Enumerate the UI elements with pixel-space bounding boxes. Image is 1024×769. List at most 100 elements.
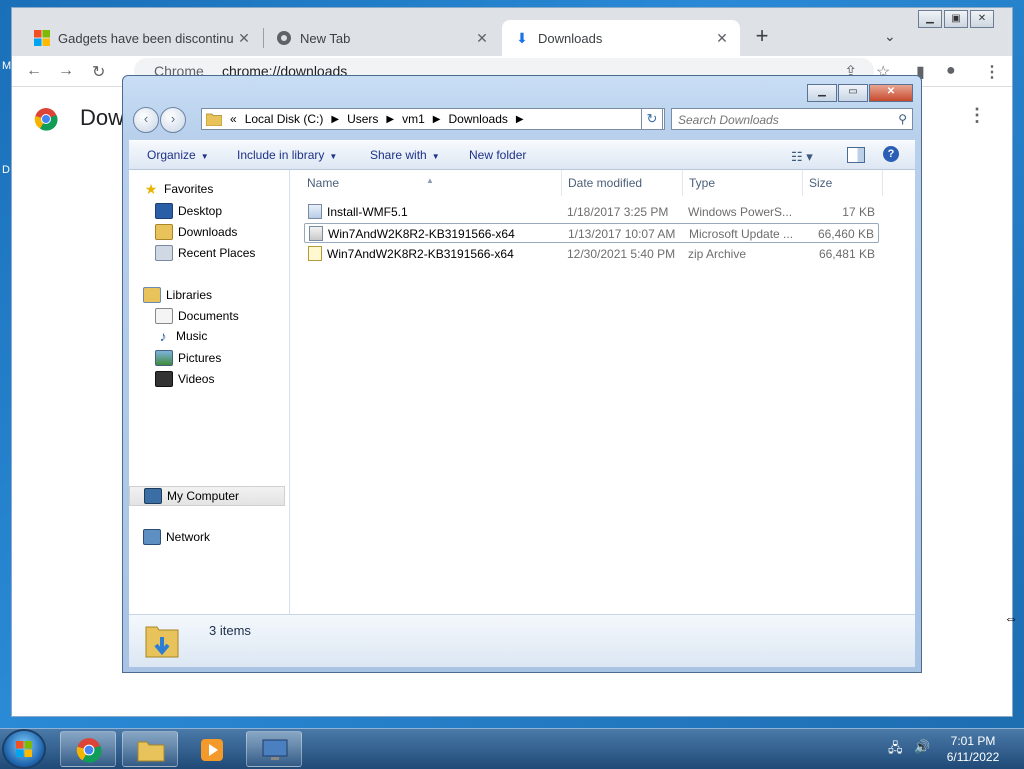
- nav-network[interactable]: Network: [143, 529, 210, 545]
- explorer-folder-icon: [137, 741, 165, 762]
- tab-title: New Tab: [300, 30, 351, 46]
- clock-time: 7:01 PM: [950, 734, 996, 748]
- maximize-button[interactable]: ▣: [944, 10, 968, 28]
- profile-avatar-icon[interactable]: ●: [946, 62, 956, 80]
- new-tab-button[interactable]: +: [750, 25, 774, 49]
- address-bar[interactable]: « Local Disk (C:) ▶ Users ▶ vm1 ▶ Downlo…: [201, 108, 665, 130]
- downloads-menu-icon[interactable]: ⋮: [968, 105, 986, 126]
- close-button[interactable]: ✕: [869, 84, 913, 102]
- tab-close-icon[interactable]: ✕: [472, 30, 492, 47]
- breadcrumb-users[interactable]: Users: [347, 112, 378, 126]
- maximize-button[interactable]: ▭: [838, 84, 868, 102]
- breadcrumb-arrow-icon[interactable]: ▶: [433, 114, 441, 125]
- nav-libraries[interactable]: Libraries: [143, 287, 212, 303]
- column-label: Type: [689, 176, 716, 190]
- breadcrumb-downloads[interactable]: Downloads: [449, 112, 508, 126]
- nav-label: Desktop: [178, 204, 223, 218]
- nav-videos[interactable]: Videos: [155, 371, 214, 387]
- breadcrumb-vm1[interactable]: vm1: [402, 112, 425, 126]
- table-row[interactable]: Install-WMF5.1 1/18/2017 3:25 PM Windows…: [304, 202, 879, 222]
- breadcrumb-arrow-icon[interactable]: ▶: [386, 114, 394, 125]
- minimize-button[interactable]: ▁: [807, 84, 837, 102]
- column-header-name[interactable]: Name ▲: [290, 170, 562, 196]
- system-clock[interactable]: 7:01 PM 6/11/2022: [940, 733, 1006, 765]
- column-header-size[interactable]: Size: [803, 170, 883, 196]
- column-header-date[interactable]: Date modified: [562, 170, 683, 196]
- nav-my-computer[interactable]: My Computer: [129, 486, 285, 506]
- nav-favorites[interactable]: ★ Favorites: [143, 181, 214, 197]
- breadcrumb-arrow-icon[interactable]: ▶: [331, 114, 339, 125]
- chevron-down-icon: ▼: [200, 152, 209, 161]
- column-header-type[interactable]: Type: [683, 170, 803, 196]
- table-row[interactable]: Win7AndW2K8R2-KB3191566-x64 12/30/2021 5…: [304, 244, 879, 264]
- search-input[interactable]: [676, 111, 890, 129]
- change-view-icon[interactable]: ☷ ▾: [791, 149, 813, 165]
- navigation-pane: ★ Favorites Desktop Downloads Recent Pla…: [129, 170, 290, 614]
- taskbar-remote-desktop-button[interactable]: [246, 731, 302, 767]
- breadcrumb-arrow-icon[interactable]: ▶: [516, 114, 524, 125]
- file-type: Microsoft Update ...: [689, 227, 794, 241]
- nav-recent-places[interactable]: Recent Places: [155, 245, 255, 261]
- media-player-icon: [201, 739, 223, 761]
- include-in-library-button[interactable]: Include in library ▼: [237, 148, 337, 162]
- film-strip-icon: [155, 371, 173, 387]
- chrome-menu-icon[interactable]: ⋮: [984, 62, 1000, 82]
- file-name: Win7AndW2K8R2-KB3191566-x64: [327, 247, 514, 261]
- forward-button[interactable]: ›: [160, 107, 186, 133]
- preview-pane-icon[interactable]: [847, 147, 865, 163]
- tab-close-icon[interactable]: ✕: [712, 30, 732, 47]
- taskbar-chrome-button[interactable]: [60, 731, 116, 767]
- file-type: zip Archive: [688, 247, 747, 261]
- nav-music[interactable]: ♪ Music: [155, 328, 208, 344]
- desktop-icon: [155, 203, 173, 219]
- back-arrow-icon[interactable]: ←: [26, 62, 42, 80]
- music-note-icon: ♪: [159, 328, 167, 344]
- help-icon[interactable]: ?: [883, 146, 899, 162]
- download-arrow-icon: ⬇: [516, 30, 528, 46]
- start-button[interactable]: [4, 731, 44, 767]
- volume-icon[interactable]: 🔊: [914, 739, 930, 755]
- nav-label: Favorites: [164, 182, 214, 196]
- nav-label: Pictures: [178, 351, 222, 365]
- taskbar-media-player-button[interactable]: [184, 731, 240, 767]
- nav-pictures[interactable]: Pictures: [155, 350, 221, 366]
- share-with-button[interactable]: Share with ▼: [370, 148, 440, 162]
- file-name: Win7AndW2K8R2-KB3191566-x64: [328, 227, 515, 241]
- refresh-icon[interactable]: ↻: [641, 108, 663, 130]
- tab-gadgets[interactable]: Gadgets have been discontinued ✕: [22, 20, 262, 56]
- tab-downloads[interactable]: ⬇ Downloads ✕: [502, 20, 740, 56]
- reload-icon[interactable]: ↻: [92, 62, 105, 82]
- powershell-script-icon: [308, 204, 322, 219]
- tab-new-tab[interactable]: New Tab ✕: [264, 20, 500, 56]
- search-icon[interactable]: ⚲: [898, 112, 907, 126]
- update-package-icon: [309, 226, 323, 241]
- network-tray-icon[interactable]: 🖧: [888, 739, 903, 761]
- file-type: Windows PowerS...: [688, 205, 793, 219]
- address-overflow-chevron[interactable]: «: [230, 112, 237, 126]
- forward-arrow-icon[interactable]: →: [58, 62, 74, 80]
- desktop-icon-label-fragment: D: [2, 164, 10, 176]
- new-folder-button[interactable]: New folder: [469, 148, 526, 162]
- remote-desktop-icon: [262, 739, 288, 760]
- zip-archive-icon: [308, 246, 322, 261]
- tab-search-chevron-icon[interactable]: ⌄: [884, 28, 896, 45]
- file-size: 66,460 KB: [817, 227, 874, 241]
- computer-icon: [144, 488, 162, 504]
- details-pane: 3 items: [129, 614, 915, 667]
- explorer-window-controls: ▁ ▭ ✕: [806, 84, 913, 102]
- breadcrumb-local-disk[interactable]: Local Disk (C:): [245, 112, 324, 126]
- close-button[interactable]: ✕: [970, 10, 994, 28]
- organize-button[interactable]: Organize ▼: [147, 148, 209, 162]
- minimize-button[interactable]: ▁: [918, 10, 942, 28]
- nav-label: Libraries: [166, 288, 213, 302]
- nav-desktop[interactable]: Desktop: [155, 203, 222, 219]
- nav-downloads[interactable]: Downloads: [155, 224, 237, 240]
- table-row[interactable]: Win7AndW2K8R2-KB3191566-x64 1/13/2017 10…: [304, 223, 879, 243]
- star-icon: ★: [144, 181, 158, 197]
- tab-close-icon[interactable]: ✕: [234, 30, 254, 47]
- column-label: Size: [809, 176, 833, 190]
- file-date: 1/18/2017 3:25 PM: [567, 205, 669, 219]
- nav-documents[interactable]: Documents: [155, 308, 239, 324]
- back-button[interactable]: ‹: [133, 107, 159, 133]
- taskbar-explorer-button[interactable]: [122, 731, 178, 767]
